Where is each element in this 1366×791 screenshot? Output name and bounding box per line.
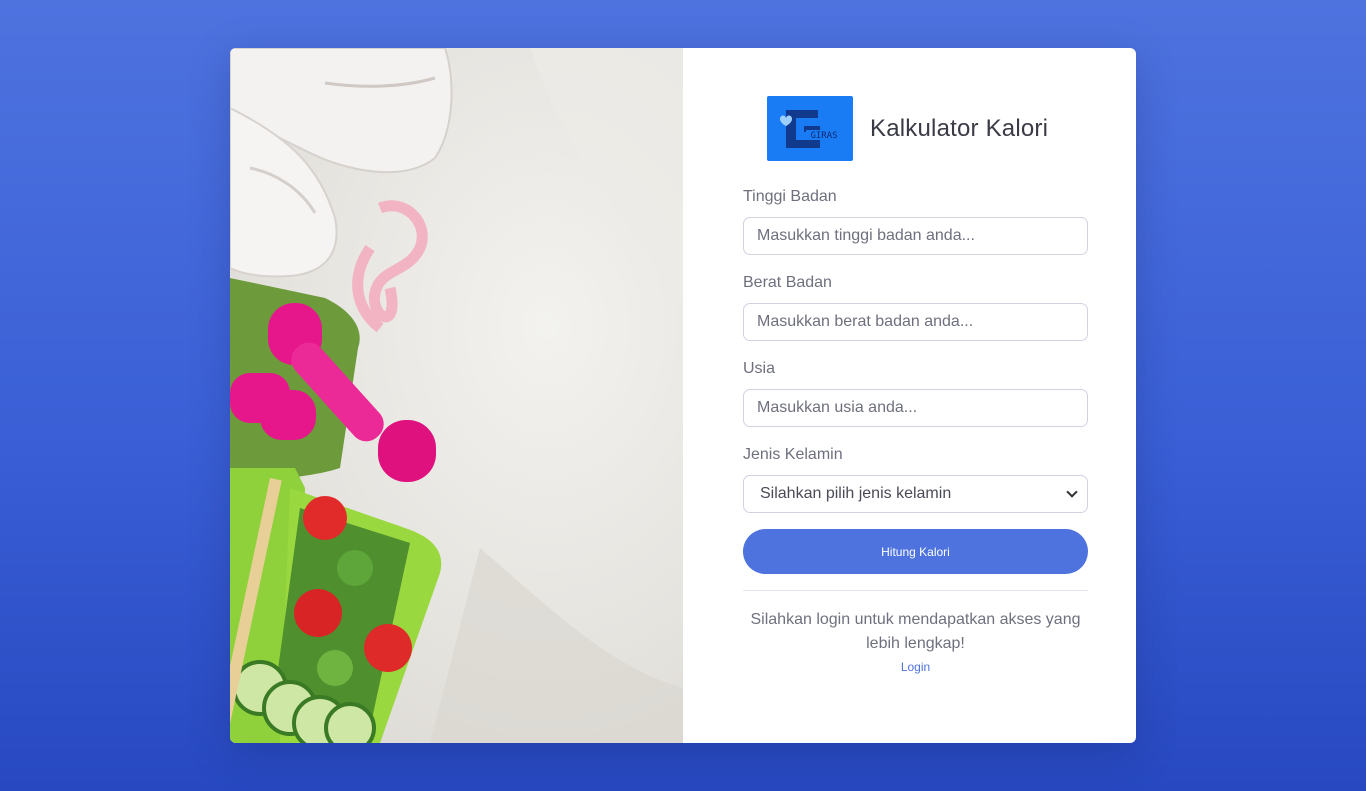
app-title: Kalkulator Kalori [870, 114, 1049, 142]
chevron-down-icon [1067, 489, 1077, 499]
fitness-illustration [230, 48, 683, 743]
age-input[interactable]: Masukkan usia anda... [743, 389, 1088, 427]
weight-input[interactable]: Masukkan berat badan anda... [743, 303, 1088, 341]
age-label: Usia [743, 360, 776, 377]
fitness-food-photo [230, 48, 683, 743]
brand-header: GIRAS Kalkulator Kalori [767, 96, 1048, 161]
height-label: Tinggi Badan [743, 188, 837, 205]
svg-text:GIRAS: GIRAS [810, 131, 837, 141]
measuring-tape-shape [352, 200, 428, 333]
gender-select-value: Silahkan pilih jenis kelamin [760, 485, 952, 502]
giras-logo-icon: GIRAS [780, 109, 842, 148]
weight-label: Berat Badan [743, 274, 832, 291]
login-link[interactable]: Login [743, 660, 1088, 674]
calculator-card: GIRAS Kalkulator Kalori Tinggi Badan Mas… [230, 48, 1136, 743]
login-note: Silahkan login untuk mendapatkan akses y… [750, 611, 1081, 652]
gender-select[interactable]: Silahkan pilih jenis kelamin [743, 475, 1088, 513]
form-panel: GIRAS Kalkulator Kalori Tinggi Badan Mas… [683, 48, 1136, 743]
gender-label: Jenis Kelamin [743, 446, 843, 463]
calculate-button[interactable]: Hitung Kalori [743, 529, 1088, 574]
brand-logo: GIRAS [767, 96, 853, 161]
divider [743, 590, 1088, 591]
salad-box-shape [230, 468, 442, 743]
height-input[interactable]: Masukkan tinggi badan anda... [743, 217, 1088, 255]
